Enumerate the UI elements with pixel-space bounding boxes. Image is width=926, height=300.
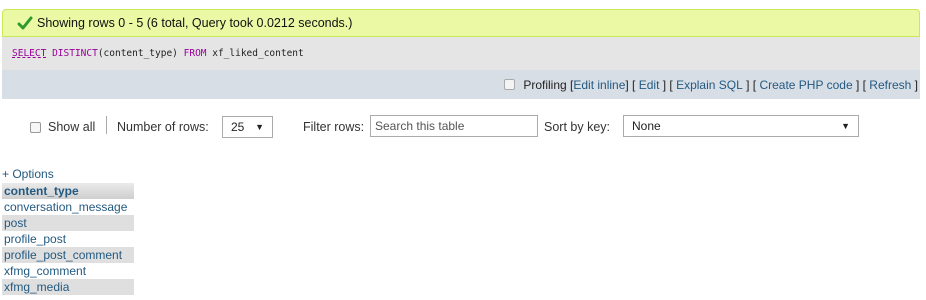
table-row[interactable]: xfmg_comment xyxy=(2,263,134,279)
table-row[interactable]: post xyxy=(2,215,134,231)
table-row[interactable]: conversation_message xyxy=(2,199,134,215)
number-of-rows-value: 25 xyxy=(231,120,245,134)
edit-link[interactable]: Edit xyxy=(639,78,660,92)
result-table: content_type conversation_message post p… xyxy=(2,183,134,295)
number-of-rows-label: Number of rows: xyxy=(117,120,209,134)
table-row[interactable]: xfmg_media xyxy=(2,279,134,295)
filter-rows-input[interactable] xyxy=(370,115,538,137)
sort-by-key-label: Sort by key: xyxy=(544,120,610,134)
table-row[interactable]: profile_post xyxy=(2,231,134,247)
navigation-bar: Show all Number of rows: 25 ▼ Filter row… xyxy=(2,99,920,155)
show-all[interactable]: Show all xyxy=(30,99,95,155)
query-tools-bar: Profiling [Edit inline] [ Edit ] [ Expla… xyxy=(2,70,920,99)
sql-keyword-distinct: DISTINCT xyxy=(52,48,98,59)
profiling-checkbox[interactable] xyxy=(504,79,516,90)
show-all-checkbox[interactable] xyxy=(30,121,41,133)
chevron-down-icon: ▼ xyxy=(255,122,264,132)
explain-sql-link[interactable]: Explain SQL xyxy=(676,78,743,92)
sql-table: xf_liked_content xyxy=(206,48,304,59)
show-all-label: Show all xyxy=(48,120,96,134)
chevron-down-icon: ▼ xyxy=(841,121,850,131)
success-message: Showing rows 0 - 5 (6 total, Query took … xyxy=(2,9,920,37)
number-of-rows-select[interactable]: 25 ▼ xyxy=(222,116,273,138)
edit-inline-link[interactable]: Edit inline xyxy=(573,78,625,92)
options-link[interactable]: + Options xyxy=(2,167,54,181)
sort-by-key-value: None xyxy=(632,119,661,133)
create-php-code-link[interactable]: Create PHP code xyxy=(759,78,852,92)
success-message-text: Showing rows 0 - 5 (6 total, Query took … xyxy=(37,16,353,30)
sort-by-key-select[interactable]: None ▼ xyxy=(623,115,859,137)
check-icon xyxy=(17,16,33,30)
sql-keyword-select[interactable]: SELECT xyxy=(12,48,46,59)
sql-query: SELECT DISTINCT (content_type) FROM xf_l… xyxy=(2,37,920,70)
profiling-label: Profiling xyxy=(523,77,567,92)
column-header-content-type[interactable]: content_type xyxy=(2,183,134,199)
filter-rows-label: Filter rows: xyxy=(303,120,365,134)
sql-column: (content_type) xyxy=(97,48,184,59)
refresh-link[interactable]: Refresh xyxy=(869,78,911,92)
divider xyxy=(106,116,107,134)
table-row[interactable]: profile_post_comment xyxy=(2,247,134,263)
sql-keyword-from: FROM xyxy=(183,48,207,59)
